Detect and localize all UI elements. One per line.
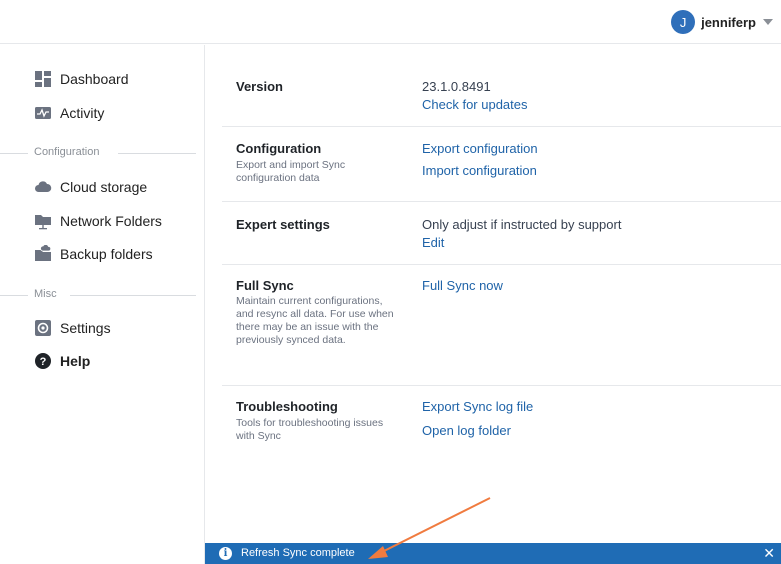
sidebar-item-settings[interactable]: Settings [34, 319, 111, 337]
full-sync-row: Full Sync Maintain current configuration… [222, 265, 781, 386]
sidebar-item-label: Cloud storage [60, 179, 148, 195]
configuration-title: Configuration [236, 141, 322, 156]
version-title: Version [236, 79, 283, 94]
close-icon[interactable]: ✕ [763, 545, 775, 562]
troubleshooting-row: Troubleshooting Tools for troubleshootin… [222, 386, 781, 456]
configuration-desc: Export and import Sync configuration dat… [236, 159, 346, 184]
avatar[interactable]: J [671, 10, 696, 34]
sidebar-item-activity[interactable]: Activity [34, 104, 104, 122]
troubleshooting-title: Troubleshooting [236, 399, 338, 414]
section-misc: Misc [0, 288, 205, 302]
info-icon: i [219, 547, 232, 560]
sidebar-item-label: Network Folders [60, 213, 162, 229]
full-sync-desc: Maintain current configurations, and res… [236, 295, 394, 346]
open-log-folder-link[interactable]: Open log folder [422, 423, 511, 438]
gear-icon [34, 319, 52, 337]
troubleshooting-desc: Tools for troubleshooting issues with Sy… [236, 417, 384, 442]
svg-text:?: ? [40, 356, 47, 368]
section-configuration: Configuration [0, 146, 205, 160]
check-updates-link[interactable]: Check for updates [422, 97, 528, 112]
expert-settings-row: Expert settings Only adjust if instructe… [222, 202, 781, 265]
version-row: Version 23.1.0.8491 Check for updates [222, 62, 781, 127]
user-menu[interactable]: J jenniferp [671, 10, 773, 34]
sidebar-item-help[interactable]: ? Help [34, 352, 90, 370]
sidebar-item-backup-folders[interactable]: Backup folders [34, 245, 153, 263]
sidebar-item-label: Dashboard [60, 71, 129, 87]
sidebar-item-network-folders[interactable]: Network Folders [34, 212, 162, 230]
sidebar-item-label: Settings [60, 320, 111, 336]
expert-settings-title: Expert settings [236, 217, 330, 232]
section-label: Configuration [28, 146, 106, 158]
backup-folder-icon [34, 245, 52, 263]
edit-link[interactable]: Edit [422, 235, 444, 250]
full-sync-now-link[interactable]: Full Sync now [422, 278, 503, 293]
help-icon: ? [34, 352, 52, 370]
cloud-icon [34, 178, 52, 196]
sidebar-item-dashboard[interactable]: Dashboard [34, 70, 129, 88]
activity-icon [34, 104, 52, 122]
version-value: 23.1.0.8491 [422, 79, 491, 94]
sidebar-item-label: Help [60, 353, 91, 369]
username[interactable]: jenniferp [701, 15, 756, 30]
export-log-link[interactable]: Export Sync log file [422, 399, 533, 414]
configuration-row: Configuration Export and import Sync con… [222, 127, 781, 202]
sidebar-item-cloud-storage[interactable]: Cloud storage [34, 178, 147, 196]
top-header: J jenniferp [0, 0, 781, 44]
sidebar-item-label: Activity [60, 105, 105, 121]
notification-banner: i Refresh Sync complete ✕ [205, 543, 781, 564]
dashboard-icon [34, 70, 52, 88]
expert-settings-note: Only adjust if instructed by support [422, 217, 622, 232]
sidebar-item-label: Backup folders [60, 246, 153, 262]
chevron-down-icon[interactable] [763, 19, 773, 25]
sidebar: Dashboard Activity Configuration Cloud s… [0, 45, 205, 564]
full-sync-title: Full Sync [236, 278, 294, 293]
banner-message: Refresh Sync complete [241, 547, 355, 559]
section-label: Misc [28, 288, 63, 300]
export-configuration-link[interactable]: Export configuration [422, 141, 538, 156]
import-configuration-link[interactable]: Import configuration [422, 163, 537, 178]
network-folder-icon [34, 212, 52, 230]
